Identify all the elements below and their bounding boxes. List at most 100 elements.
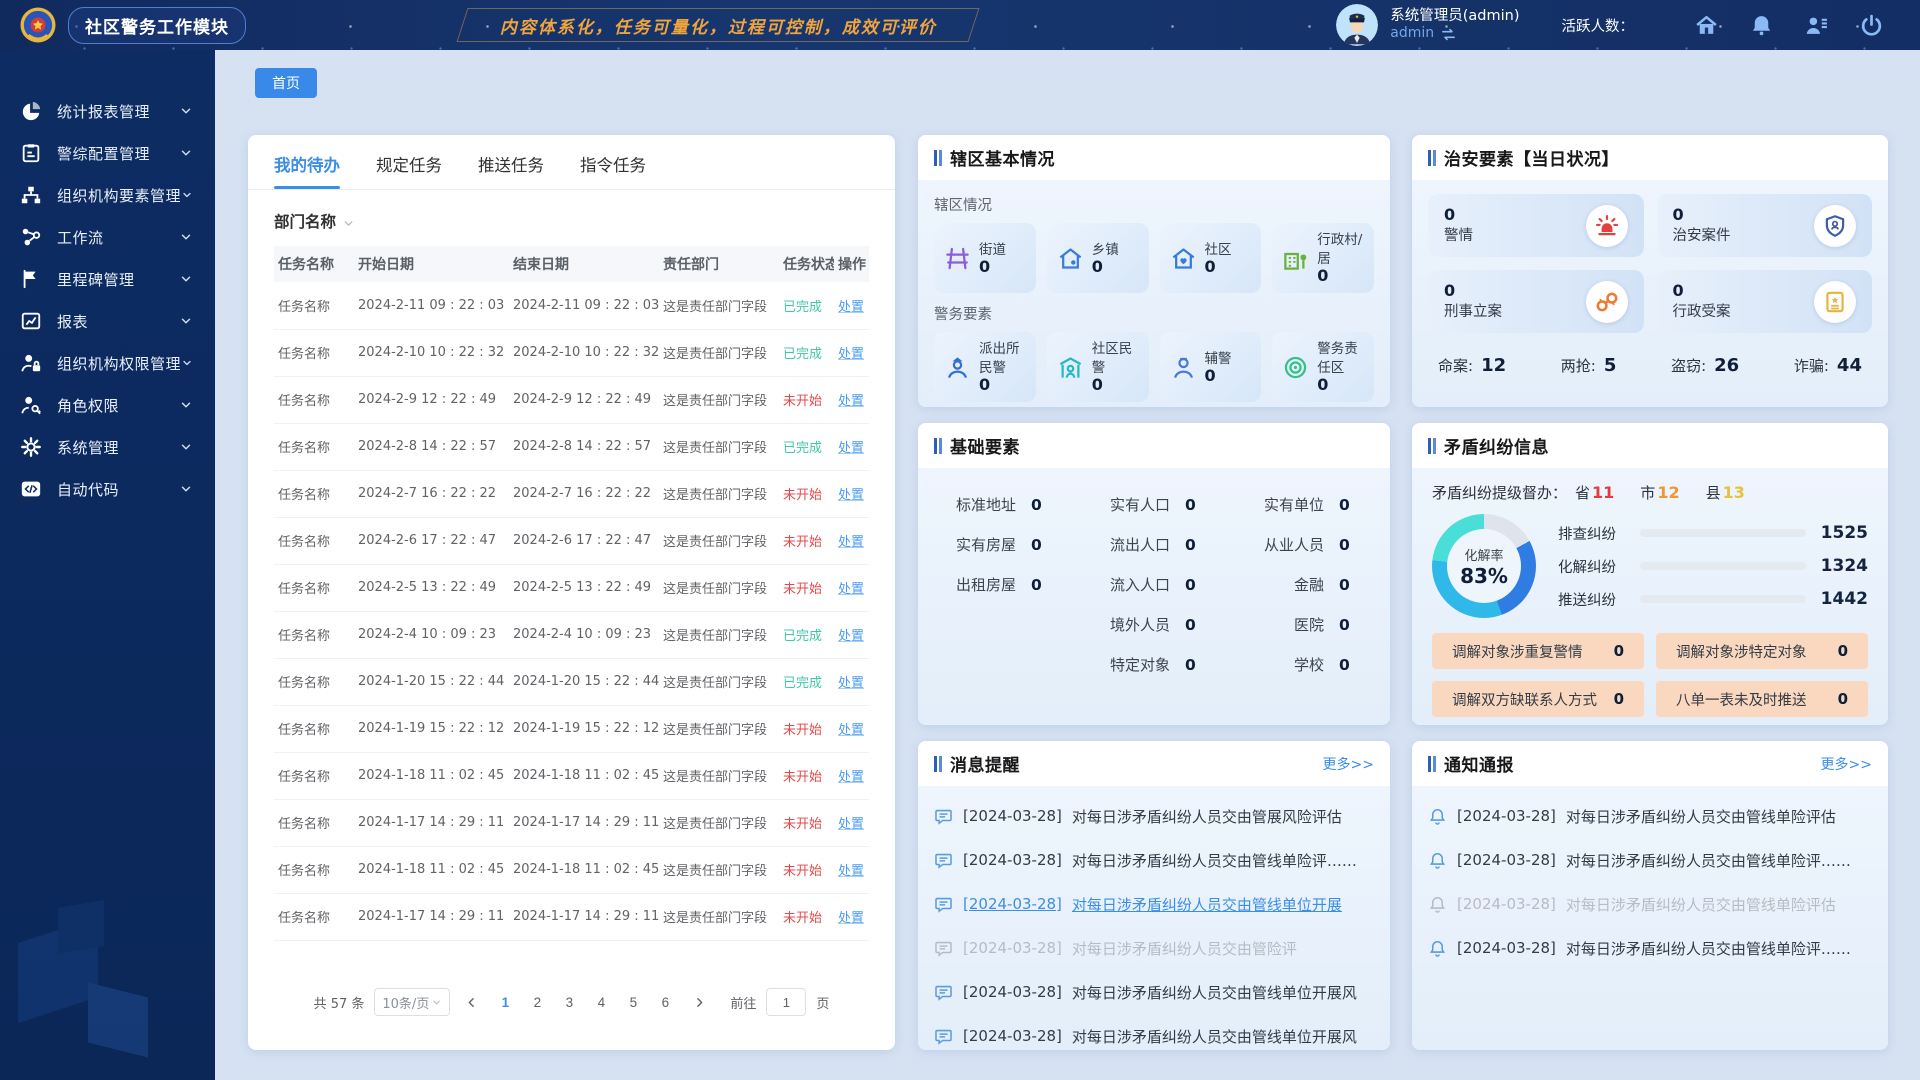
sidebar-item[interactable]: 工作流 [0,216,215,258]
message-item[interactable]: [2024-03-28] 对每日涉矛盾纠纷人员交由管线单险评…… [934,838,1374,882]
security-chip: 0 行政受案 [1657,270,1873,333]
power-icon[interactable] [1859,13,1884,38]
avatar[interactable] [1336,4,1378,46]
warning-label: 调解对象涉特定对象 [1676,641,1807,662]
security-label: 警情 [1444,228,1473,244]
crime-value: 12 [1481,355,1506,376]
supervise-value: 12 [1657,483,1679,502]
sidebar-item[interactable]: 里程碑管理 [0,258,215,300]
basic-value: 0 [1339,576,1350,594]
panel-title: 治安要素【当日状况】 [1444,145,1619,170]
message-item[interactable]: [2024-03-28] 对每日涉矛盾纠纷人员交由管线单位开展风 [934,970,1374,1014]
stat-value: 0 [1205,366,1216,385]
handle-link[interactable]: 处置 [838,770,864,785]
department-filter[interactable]: 部门名称 [274,210,869,232]
dispute-bars: 排查纠纷 1525 化解纠纷 1324 [1558,513,1868,619]
message-date: [2024-03-28] [963,939,1062,957]
sidebar-item[interactable]: 报表 [0,300,215,342]
sidebar-item[interactable]: 警综配置管理 [0,132,215,174]
notice-item[interactable]: [2024-03-28] 对每日涉矛盾纠纷人员交由管线单险评…… [1428,926,1872,970]
sidebar-item-label: 工作流 [57,227,179,248]
task-start: 2024-2-4 10 : 09 : 23 [354,611,509,658]
stat-label: 辅警 [1205,351,1232,367]
tab-home[interactable]: 首页 [255,68,317,98]
supervise-item: 县 13 [1706,482,1745,503]
task-dept: 这是责任部门字段 [659,611,779,658]
handle-link[interactable]: 处置 [838,535,864,550]
crime-value: 44 [1837,355,1862,376]
basic-col-1: 标准地址 0 实有房屋 0 出租房屋 0 [920,494,1074,725]
supervise-items: 省 11 市 12 县 13 [1575,482,1771,503]
warning-label: 调解双方缺联系人方式 [1452,689,1597,710]
page-number[interactable]: 2 [524,988,550,1016]
handle-link[interactable]: 处置 [838,629,864,644]
handle-link[interactable]: 处置 [838,864,864,879]
security-panel: 治安要素【当日状况】 0 警情 0 治安案件 [1412,135,1888,407]
handle-link[interactable]: 处置 [838,817,864,832]
page-number[interactable]: 6 [652,988,678,1016]
task-end: 2024-1-19 15 : 22 : 12 [509,705,659,752]
task-tab[interactable]: 指令任务 [580,152,646,189]
basic-label: 实有单位 [1228,494,1324,515]
message-item[interactable]: [2024-03-28] 对每日涉矛盾纠纷人员交由管线单位开展 [934,882,1374,926]
sidebar-item[interactable]: 组织机构要素管理 [0,174,215,216]
handle-link[interactable]: 处置 [838,911,864,926]
more-link[interactable]: 更多>> [1821,754,1872,774]
page-number[interactable]: 3 [556,988,582,1016]
sidebar-item[interactable]: 自动代码 [0,468,215,510]
task-tab[interactable]: 推送任务 [478,152,544,189]
chevron-down-icon [179,146,193,160]
notice-panel: 通知通报 更多>> [2024-03-28] 对每日涉矛盾纠纷人员交由管线单险评… [1412,741,1888,1050]
notice-item[interactable]: [2024-03-28] 对每日涉矛盾纠纷人员交由管线单险评估 [1428,794,1872,838]
notice-item[interactable]: [2024-03-28] 对每日涉矛盾纠纷人员交由管线单险评…… [1428,838,1872,882]
handle-link[interactable]: 处置 [838,300,864,315]
notice-item[interactable]: [2024-03-28] 对每日涉矛盾纠纷人员交由管线单险评估 [1428,882,1872,926]
panel-title: 辖区基本情况 [950,145,1055,170]
more-link[interactable]: 更多>> [1323,754,1374,774]
task-name: 任务名称 [274,282,354,329]
task-tab[interactable]: 我的待办 [274,152,340,189]
message-item[interactable]: [2024-03-28] 对每日涉矛盾纠纷人员交由管线单位开展风 [934,1014,1374,1058]
page-number[interactable]: 4 [588,988,614,1016]
handle-link[interactable]: 处置 [838,676,864,691]
sidebar-item[interactable]: 角色权限 [0,384,215,426]
task-end: 2024-2-8 14 : 22 : 57 [509,423,659,470]
title-marker-icon [934,438,942,454]
page-number[interactable]: 1 [492,988,518,1016]
handle-link[interactable]: 处置 [838,441,864,456]
task-dept: 这是责任部门字段 [659,893,779,940]
task-tab[interactable]: 规定任务 [376,152,442,189]
panel-title: 通知通报 [1444,751,1514,776]
prev-page-button[interactable] [460,988,482,1016]
next-page-button[interactable] [688,988,710,1016]
sidebar-item[interactable]: 组织机构权限管理 [0,342,215,384]
bar-label: 化解纠纷 [1558,556,1632,577]
switch-user-icon[interactable] [1440,26,1457,43]
message-item[interactable]: [2024-03-28] 对每日涉矛盾纠纷人员交由管展风险评估 [934,794,1374,838]
task-dept: 这是责任部门字段 [659,517,779,564]
page-size-select[interactable]: 10条/页 [374,988,450,1016]
home-icon[interactable] [1694,13,1719,38]
page-number[interactable]: 5 [620,988,646,1016]
message-date: [2024-03-28] [963,983,1062,1001]
bar-value: 1442 [1818,589,1868,609]
bell-icon[interactable] [1749,13,1774,38]
handle-link[interactable]: 处置 [838,394,864,409]
bar-label: 排查纠纷 [1558,523,1632,544]
message-text: 对每日涉矛盾纠纷人员交由管线单位开展风 [1072,1026,1357,1047]
handle-link[interactable]: 处置 [838,347,864,362]
sidebar-item[interactable]: 统计报表管理 [0,90,215,132]
security-icon [1586,281,1628,323]
sidebar-item[interactable]: 系统管理 [0,426,215,468]
table-row: 任务名称 2024-2-8 14 : 22 : 57 2024-2-8 14 :… [274,423,869,470]
handle-link[interactable]: 处置 [838,723,864,738]
handle-link[interactable]: 处置 [838,582,864,597]
goto-page-input[interactable] [766,988,806,1016]
stat-icon [1282,245,1309,272]
task-dept: 这是责任部门字段 [659,752,779,799]
table-row: 任务名称 2024-2-4 10 : 09 : 23 2024-2-4 10 :… [274,611,869,658]
contacts-icon[interactable] [1804,13,1829,38]
message-item[interactable]: [2024-03-28] 对每日涉矛盾纠纷人员交由管险评 [934,926,1374,970]
task-end: 2024-1-20 15 : 22 : 44 [509,658,659,705]
handle-link[interactable]: 处置 [838,488,864,503]
